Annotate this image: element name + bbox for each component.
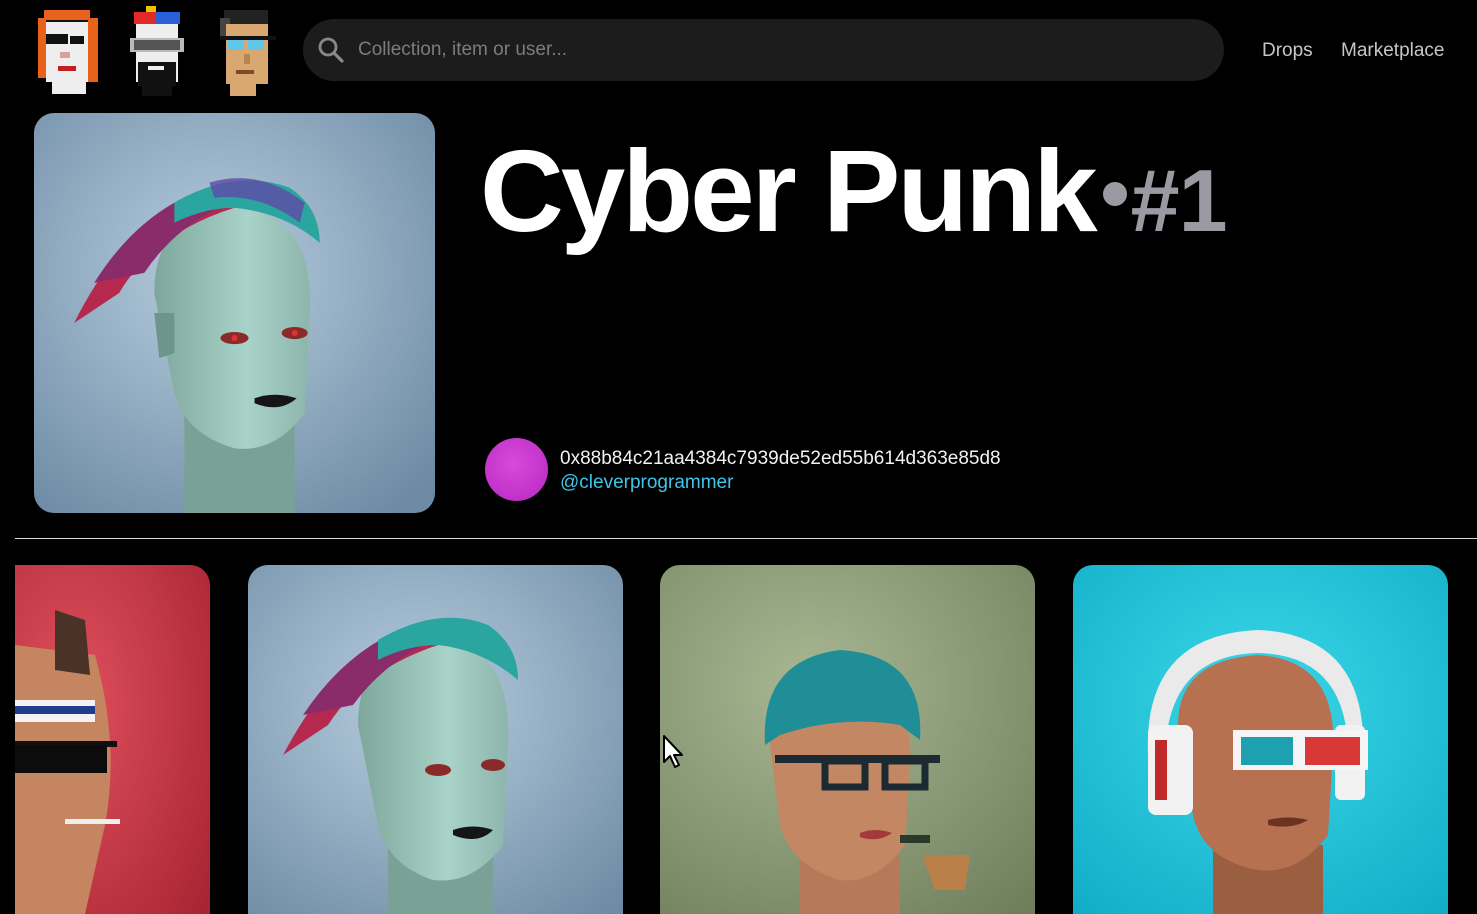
nav-link-marketplace[interactable]: Marketplace	[1341, 40, 1445, 62]
section-divider	[15, 538, 1477, 539]
search-input[interactable]	[358, 39, 1178, 61]
owner-address: 0x88b84c21aa4384c7939de52ed55b614d363e85…	[560, 448, 1001, 469]
separator-dot	[1102, 182, 1127, 207]
gallery-card-mohawk[interactable]	[248, 565, 623, 914]
search-bar[interactable]	[303, 19, 1224, 81]
nft-image[interactable]	[34, 113, 435, 513]
gallery-card-beanie[interactable]	[660, 565, 1035, 914]
owner-avatar[interactable]	[485, 438, 548, 501]
site-logo[interactable]	[24, 0, 284, 106]
owner-handle-link[interactable]: @cleverprogrammer	[560, 472, 733, 494]
nft-number: #1	[1130, 151, 1228, 250]
mouse-cursor-icon	[662, 734, 684, 770]
gallery-card-headphones[interactable]	[1073, 565, 1448, 914]
search-icon[interactable]	[317, 36, 345, 64]
nft-name: Cyber Punk	[480, 126, 1098, 256]
gallery-card-sunglasses[interactable]	[15, 565, 210, 914]
punk-redhair-icon	[30, 4, 104, 98]
punk-glasses-icon	[210, 4, 284, 98]
nft-title: Cyber Punk #1	[480, 126, 1228, 256]
nav-link-drops[interactable]: Drops	[1262, 40, 1313, 62]
punk-propeller-cap-icon	[120, 4, 194, 98]
